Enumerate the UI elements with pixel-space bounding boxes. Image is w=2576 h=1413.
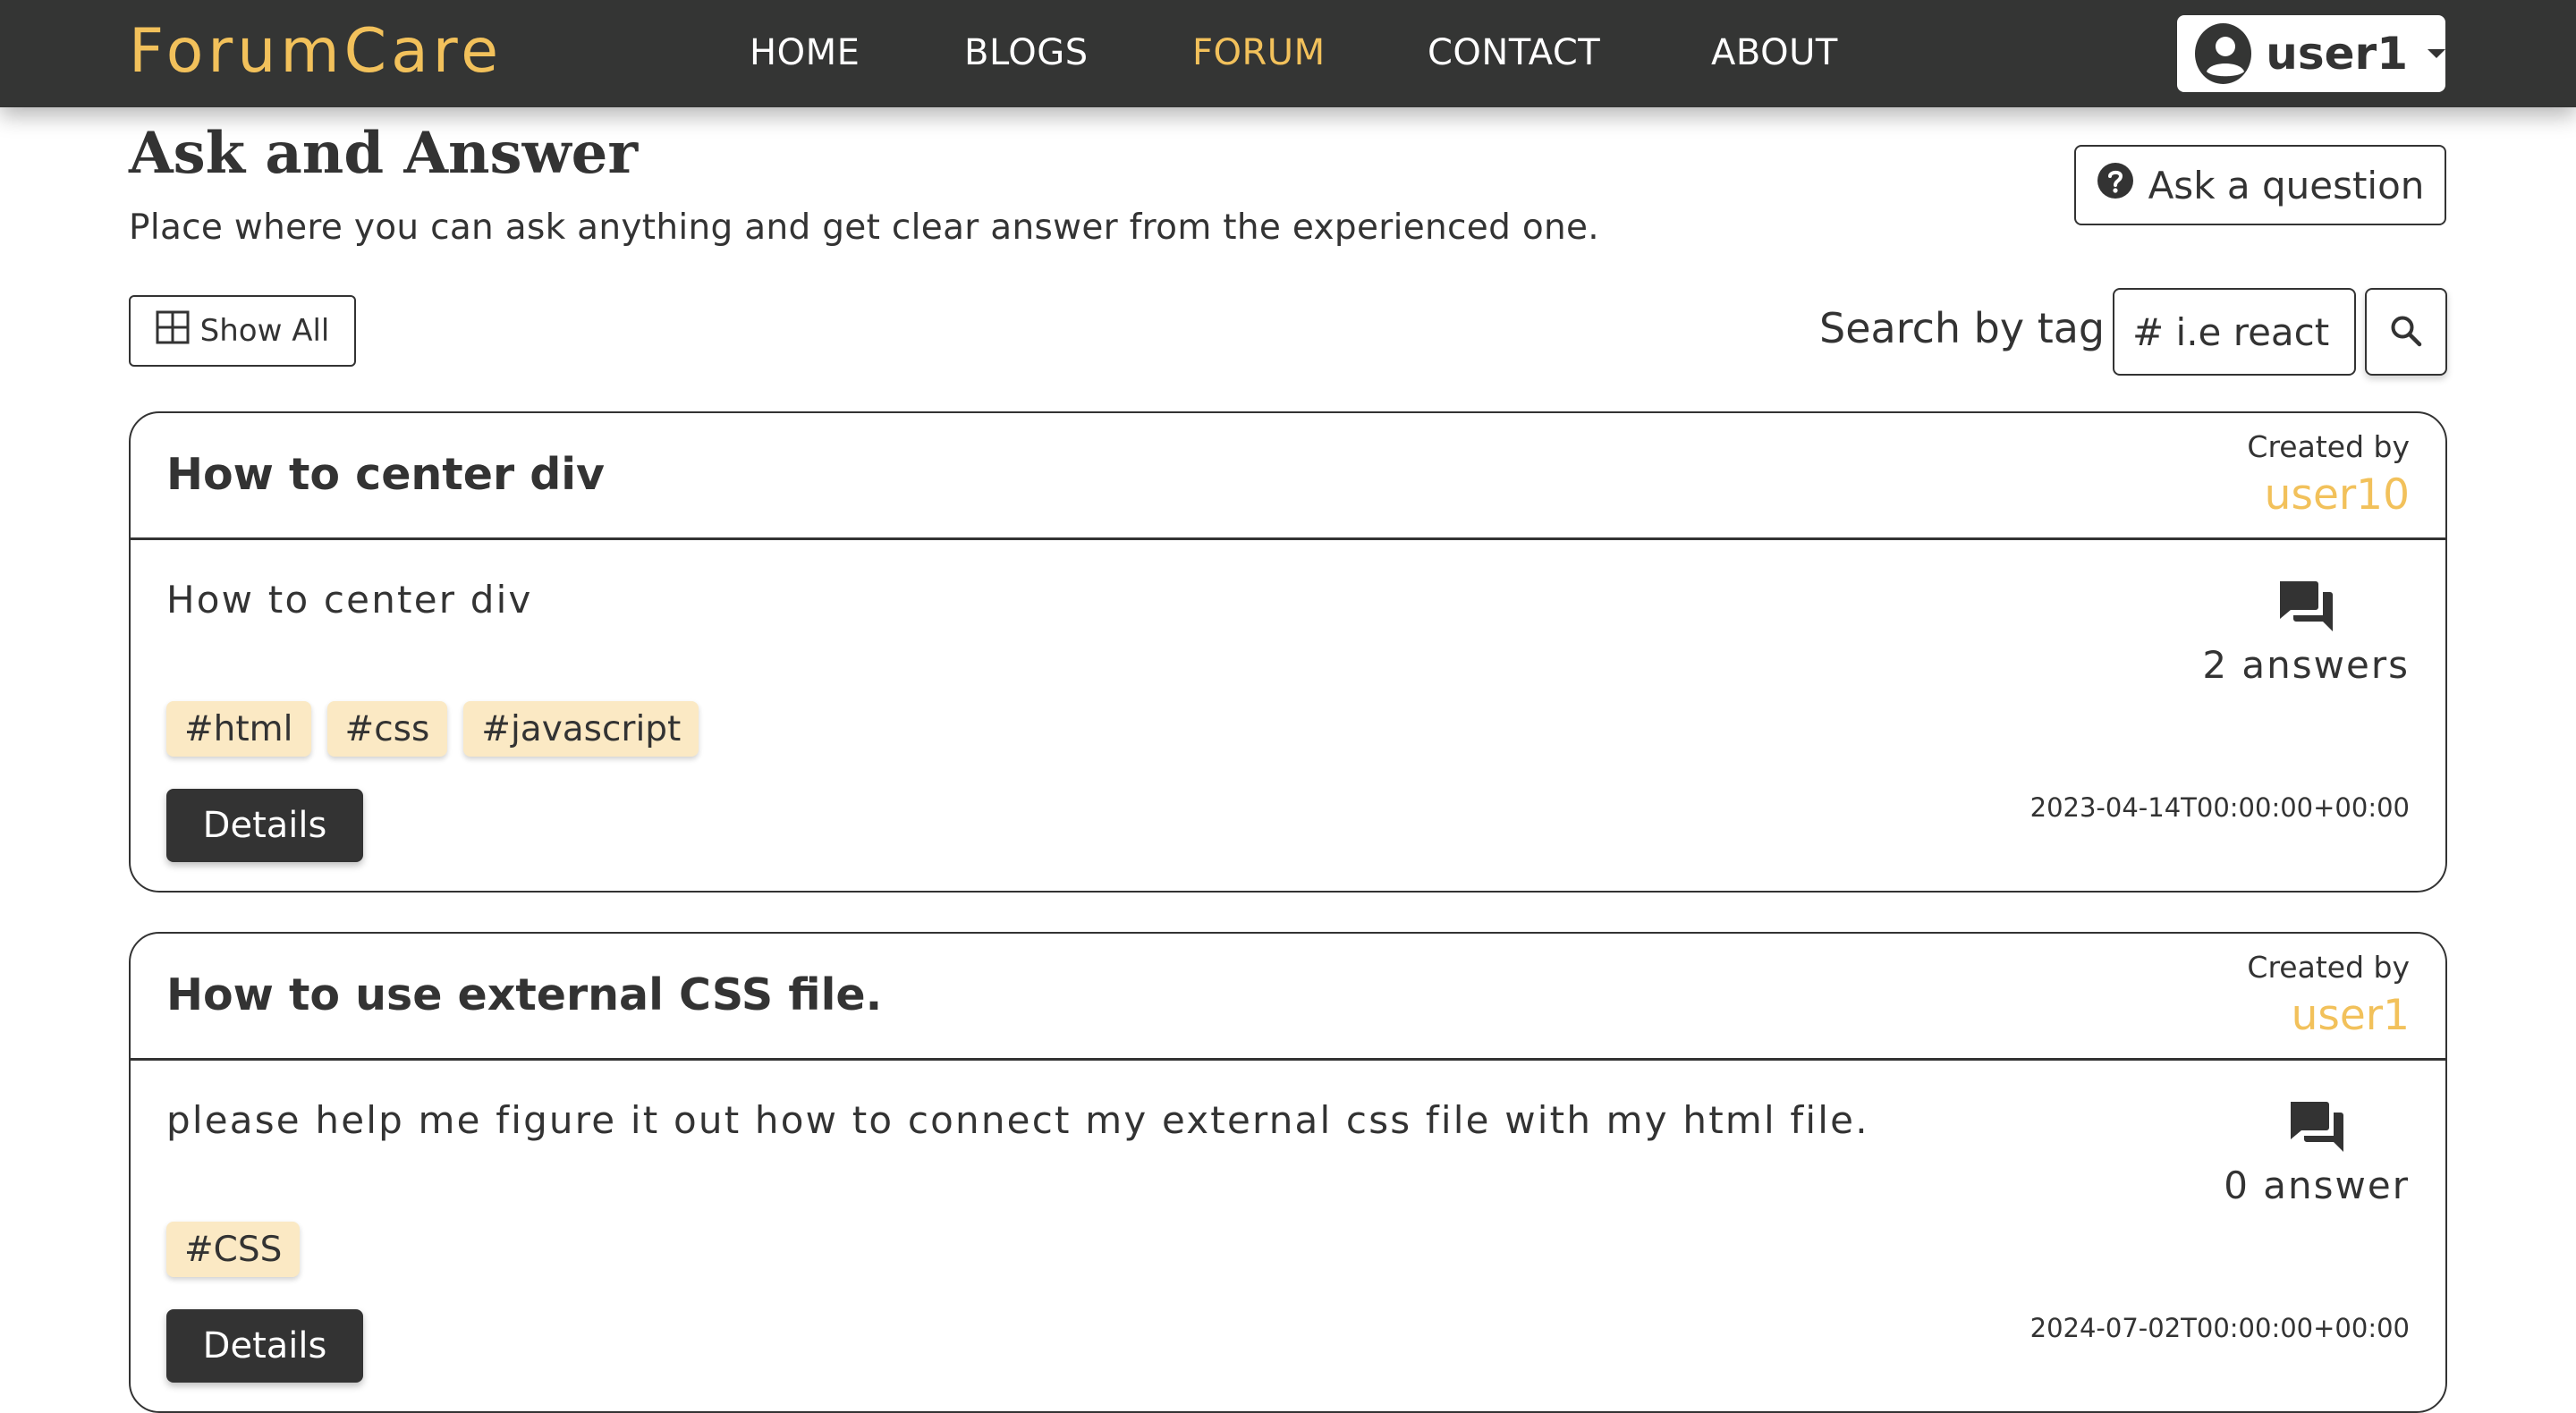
question-date: 2023-04-14T00:00:00+00:00	[2029, 792, 2410, 823]
question-author[interactable]: user10	[2265, 470, 2410, 520]
user-name: user1	[2266, 28, 2408, 80]
help-circle-icon	[2097, 162, 2134, 208]
tag-search-button[interactable]	[2365, 288, 2447, 376]
question-card-body: How to center div 2 answers #html #css #…	[131, 540, 2445, 891]
question-card-body: please help me figure it out how to conn…	[131, 1061, 2445, 1411]
page-subtitle: Place where you can ask anything and get…	[129, 207, 1599, 248]
tag-list: #CSS	[166, 1222, 301, 1277]
nav-link-blogs[interactable]: BLOGS	[964, 32, 1089, 73]
answers-count: 0 answer	[2224, 1100, 2410, 1207]
nav-link-contact[interactable]: CONTACT	[1428, 32, 1600, 73]
question-date: 2024-07-02T00:00:00+00:00	[2029, 1313, 2410, 1343]
nav-link-about[interactable]: ABOUT	[1711, 32, 1838, 73]
tag-chip[interactable]: #CSS	[166, 1222, 301, 1277]
caret-down-icon	[2428, 49, 2445, 58]
grid-icon	[156, 310, 190, 352]
question-card-header: How to center div Created by user10	[131, 413, 2445, 540]
answers-count: 2 answers	[2202, 580, 2410, 687]
show-all-button[interactable]: Show All	[129, 295, 356, 367]
tag-chip[interactable]: #css	[326, 701, 448, 757]
created-by-label: Created by	[2247, 429, 2410, 464]
answers-label: 0 answer	[2224, 1163, 2410, 1207]
tag-search-input[interactable]	[2113, 288, 2356, 376]
forum-icon	[2276, 580, 2335, 638]
details-button[interactable]: Details	[166, 789, 363, 862]
details-button[interactable]: Details	[166, 1309, 363, 1383]
tag-chip[interactable]: #html	[166, 701, 311, 757]
nav-link-forum[interactable]: FORUM	[1192, 32, 1326, 73]
tag-chip[interactable]: #javascript	[463, 701, 699, 757]
question-description: How to center div	[166, 578, 533, 622]
question-title: How to center div	[166, 449, 605, 500]
question-author[interactable]: user1	[2292, 991, 2410, 1040]
question-card: How to center div Created by user10 How …	[129, 411, 2447, 893]
ask-question-button[interactable]: Ask a question	[2074, 145, 2446, 225]
nav-link-home[interactable]: HOME	[750, 32, 860, 73]
answers-label: 2 answers	[2202, 643, 2410, 687]
search-icon	[2388, 313, 2424, 351]
ask-question-label: Ask a question	[2148, 163, 2425, 207]
user-menu-button[interactable]: user1	[2177, 15, 2445, 92]
question-description: please help me figure it out how to conn…	[166, 1098, 1869, 1142]
created-by-label: Created by	[2247, 950, 2410, 985]
brand-logo[interactable]: ForumCare	[129, 16, 503, 87]
top-navbar: ForumCare HOME BLOGS FORUM CONTACT ABOUT…	[0, 0, 2576, 107]
show-all-label: Show All	[199, 313, 330, 349]
account-circle-icon	[2195, 23, 2252, 84]
question-card-header: How to use external CSS file. Created by…	[131, 934, 2445, 1061]
tag-list: #html #css #javascript	[166, 701, 699, 757]
question-card: How to use external CSS file. Created by…	[129, 932, 2447, 1413]
search-by-tag-label: Search by tag	[1819, 304, 2106, 352]
page-title: Ask and Answer	[129, 120, 639, 187]
forum-icon	[2287, 1100, 2346, 1158]
question-title: How to use external CSS file.	[166, 969, 883, 1020]
